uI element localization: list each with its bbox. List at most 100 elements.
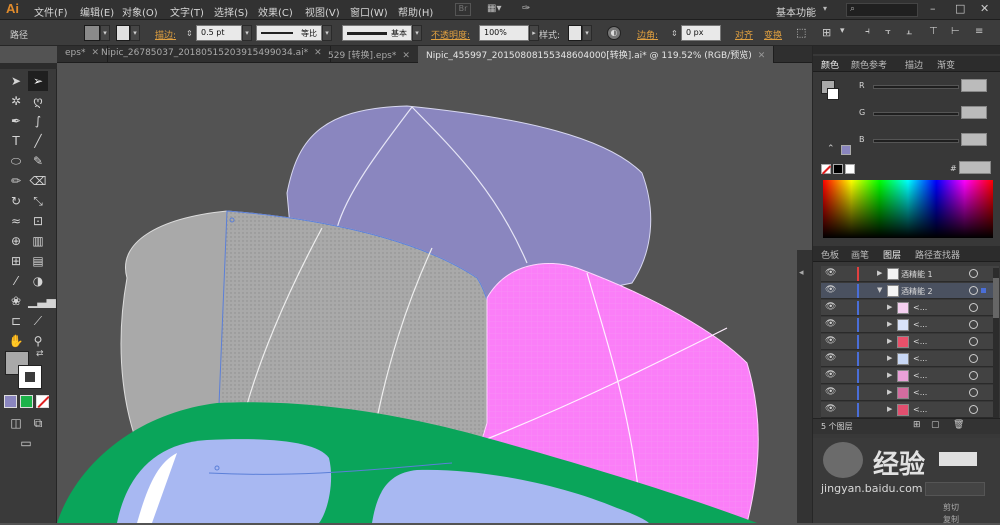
- draw-behind-icon[interactable]: ⧉: [28, 413, 48, 433]
- close-icon[interactable]: ✕: [402, 51, 410, 61]
- gamut-swatch[interactable]: [841, 145, 851, 155]
- symbol-sprayer-tool-icon[interactable]: ❀: [6, 291, 26, 311]
- fill-swatch[interactable]: [84, 25, 100, 41]
- corner-label[interactable]: 边角:: [637, 28, 658, 41]
- overlay-button[interactable]: [925, 482, 985, 496]
- chevron-right-icon[interactable]: ▶: [877, 269, 882, 277]
- tab-stroke[interactable]: 描边: [905, 58, 923, 71]
- eye-icon[interactable]: 👁: [825, 353, 836, 363]
- column-graph-tool-icon[interactable]: ▁▃▅: [28, 291, 56, 311]
- menu-help[interactable]: 帮助(H): [398, 4, 433, 19]
- sublayer-row[interactable]: 👁 ▶ <...: [821, 317, 999, 333]
- corner-radius-field[interactable]: 0 px: [681, 25, 721, 41]
- warp-tool-icon[interactable]: ≈: [6, 211, 26, 231]
- line-tool-icon[interactable]: ╱: [28, 131, 48, 151]
- align-center-icon[interactable]: ⫟: [885, 26, 891, 37]
- eye-icon[interactable]: 👁: [825, 319, 836, 329]
- sublayer-row[interactable]: 👁 ▶ <...: [821, 334, 999, 350]
- eye-icon[interactable]: 👁: [825, 370, 836, 380]
- align-link[interactable]: 对齐: [735, 28, 753, 41]
- target-icon[interactable]: [969, 303, 978, 312]
- zoom-field[interactable]: [939, 452, 977, 466]
- eye-icon[interactable]: 👁: [825, 404, 836, 414]
- menu-effect[interactable]: 效果(C): [258, 4, 293, 19]
- tab-layers[interactable]: 图层: [883, 248, 901, 261]
- stroke-weight-dropdown[interactable]: ▾: [242, 25, 252, 41]
- hand-tool-icon[interactable]: ✋: [6, 331, 26, 351]
- color-spectrum[interactable]: [823, 180, 993, 238]
- chevron-down-icon[interactable]: ▾: [823, 4, 827, 13]
- mesh-tool-icon[interactable]: ⊞: [6, 251, 26, 271]
- paintbrush-tool-icon[interactable]: ✎: [28, 151, 48, 171]
- search-input[interactable]: ⌕: [846, 3, 918, 17]
- transform-link[interactable]: 变换: [764, 28, 782, 41]
- eye-icon[interactable]: 👁: [825, 387, 836, 397]
- target-icon[interactable]: [969, 269, 978, 278]
- curvature-tool-icon[interactable]: ∫: [28, 111, 48, 131]
- recolor-icon[interactable]: ◐: [607, 26, 621, 40]
- toolbar-grip[interactable]: [0, 63, 57, 69]
- opacity-label[interactable]: 不透明度:: [431, 28, 470, 41]
- blue-value-field[interactable]: [961, 133, 987, 146]
- eyedropper-tool-icon[interactable]: ⁄: [6, 271, 26, 291]
- ellipse-tool-icon[interactable]: ⬭: [6, 151, 26, 171]
- menu-view[interactable]: 视图(V): [305, 4, 340, 19]
- rotate-tool-icon[interactable]: ↻: [6, 191, 26, 211]
- scale-tool-icon[interactable]: ⤡: [28, 191, 48, 211]
- minimize-icon[interactable]: –: [930, 2, 936, 15]
- slice-tool-icon[interactable]: ⟋: [28, 311, 48, 331]
- stroke-color-box[interactable]: [18, 365, 42, 389]
- eye-icon[interactable]: 👁: [825, 268, 836, 278]
- layer-row-selected[interactable]: 👁 ▼ 酒精能 2: [821, 283, 999, 299]
- red-value-field[interactable]: [961, 79, 987, 92]
- color-mode-icon[interactable]: [4, 395, 17, 408]
- none-swatch-icon[interactable]: [821, 164, 832, 175]
- free-transform-tool-icon[interactable]: ⊡: [28, 211, 48, 231]
- tab-document-3[interactable]: 529 [转换].eps* ✕: [320, 46, 419, 63]
- target-icon[interactable]: [969, 371, 978, 380]
- target-icon[interactable]: [969, 320, 978, 329]
- style-dropdown[interactable]: ▾: [582, 25, 592, 41]
- magic-wand-tool-icon[interactable]: ✲: [6, 91, 26, 111]
- menu-object[interactable]: 对象(O): [122, 4, 158, 19]
- bridge-icon[interactable]: Br: [455, 3, 471, 16]
- perspective-grid-tool-icon[interactable]: ▥: [28, 231, 48, 251]
- panel-grip[interactable]: [813, 46, 1000, 54]
- hex-field[interactable]: [959, 161, 991, 174]
- tab-swatches[interactable]: 色板: [821, 248, 839, 261]
- tab-color-guide[interactable]: 颜色参考: [851, 58, 887, 71]
- layer-row[interactable]: 👁 ▶ 酒精能 1: [821, 266, 999, 282]
- brush-dropdown[interactable]: ▾: [412, 25, 422, 41]
- chevron-right-icon[interactable]: ▶: [887, 303, 892, 311]
- isolate-object-icon[interactable]: ⬚: [796, 26, 806, 39]
- align-middle-icon[interactable]: ⊢: [951, 26, 960, 37]
- workspace-switcher[interactable]: 基本功能: [776, 4, 816, 19]
- tab-brushes[interactable]: 画笔: [851, 248, 869, 261]
- variable-width-profile[interactable]: 等比: [256, 25, 322, 41]
- out-of-gamut-icon[interactable]: ⌃: [827, 144, 835, 154]
- blend-tool-icon[interactable]: ◑: [28, 271, 48, 291]
- panel-collapse-icon[interactable]: ◂: [799, 268, 804, 278]
- panel-menu-icon[interactable]: ≡: [975, 26, 983, 37]
- tab-gradient[interactable]: 渐变: [937, 58, 955, 71]
- white-swatch[interactable]: [845, 164, 855, 174]
- chevron-down-icon[interactable]: ▼: [877, 286, 882, 294]
- new-layer-icon[interactable]: ▢: [931, 420, 940, 430]
- eye-icon[interactable]: 👁: [825, 302, 836, 312]
- draw-normal-icon[interactable]: ◫: [6, 413, 26, 433]
- stroke-weight-field[interactable]: 0.5 pt: [196, 25, 242, 41]
- gradient-mode-icon[interactable]: [20, 395, 33, 408]
- chevron-right-icon[interactable]: ▶: [887, 354, 892, 362]
- artboard-tool-icon[interactable]: ⊏: [6, 311, 26, 331]
- tab-document-active[interactable]: Nipic_455997_20150808155348604000[转换].ai…: [418, 46, 775, 63]
- shape-builder-tool-icon[interactable]: ⊕: [6, 231, 26, 251]
- stroke-label[interactable]: 描边:: [155, 28, 176, 41]
- tab-pathfinder[interactable]: 路径查找器: [915, 248, 960, 261]
- restore-icon[interactable]: □: [955, 2, 965, 15]
- tab-color[interactable]: 颜色: [821, 58, 839, 71]
- blue-slider[interactable]: [873, 139, 959, 143]
- target-icon[interactable]: [969, 388, 978, 397]
- target-icon[interactable]: [969, 405, 978, 414]
- sublayer-row[interactable]: 👁 ▶ <...: [821, 385, 999, 401]
- stroke-swatch[interactable]: [116, 25, 130, 41]
